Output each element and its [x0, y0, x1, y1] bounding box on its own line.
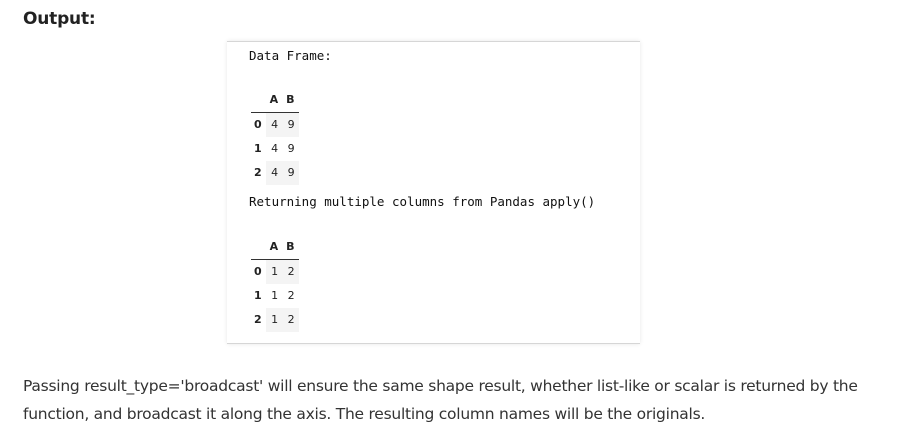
cell-a: 1	[265, 308, 283, 332]
explanation-paragraph: Passing result_type='broadcast' will ens…	[23, 377, 858, 423]
row-index: 1	[254, 289, 262, 302]
cell-a: 1	[271, 289, 279, 302]
row-index: 0	[251, 259, 266, 284]
index-header	[251, 88, 266, 113]
table-row: 0 4 9	[251, 112, 299, 137]
column-header-a: A	[265, 88, 283, 113]
row-index: 2	[251, 161, 266, 185]
column-header-a: A	[265, 235, 283, 260]
cell-b: 2	[282, 259, 299, 284]
table-row: 2 4 9	[251, 161, 299, 185]
cell-a: 4	[271, 142, 279, 155]
output-heading: Output:	[23, 9, 96, 29]
cell-b: 9	[282, 161, 299, 185]
cell-b: 9	[287, 142, 295, 155]
column-header-b: B	[282, 235, 299, 260]
dataframe-table-original: A B 0 4 9 1 4 9 2 4 9	[251, 88, 299, 185]
column-header-b: B	[282, 88, 299, 113]
output-label-returning-columns: Returning multiple columns from Pandas a…	[249, 194, 596, 209]
cell-b: 9	[282, 112, 299, 137]
table-row: 2 1 2	[251, 308, 299, 332]
output-label-data-frame: Data Frame:	[249, 48, 332, 63]
row-index: 0	[251, 112, 266, 137]
table-row: 1 1 2	[251, 284, 299, 308]
row-index: 2	[251, 308, 266, 332]
cell-b: 2	[282, 308, 299, 332]
table-header-row: A B	[251, 235, 299, 260]
index-header	[251, 235, 266, 260]
table-row: 1 4 9	[251, 137, 299, 161]
cell-a: 1	[265, 259, 283, 284]
dataframe-table-result: A B 0 1 2 1 1 2 2 1 2	[251, 235, 299, 332]
table-row: 0 1 2	[251, 259, 299, 284]
cell-a: 4	[265, 112, 283, 137]
code-output-panel: Data Frame: A B 0 4 9 1 4 9 2 4 9 Return…	[227, 41, 640, 344]
cell-a: 4	[265, 161, 283, 185]
cell-b: 2	[287, 289, 295, 302]
row-index: 1	[254, 142, 262, 155]
table-header-row: A B	[251, 88, 299, 113]
